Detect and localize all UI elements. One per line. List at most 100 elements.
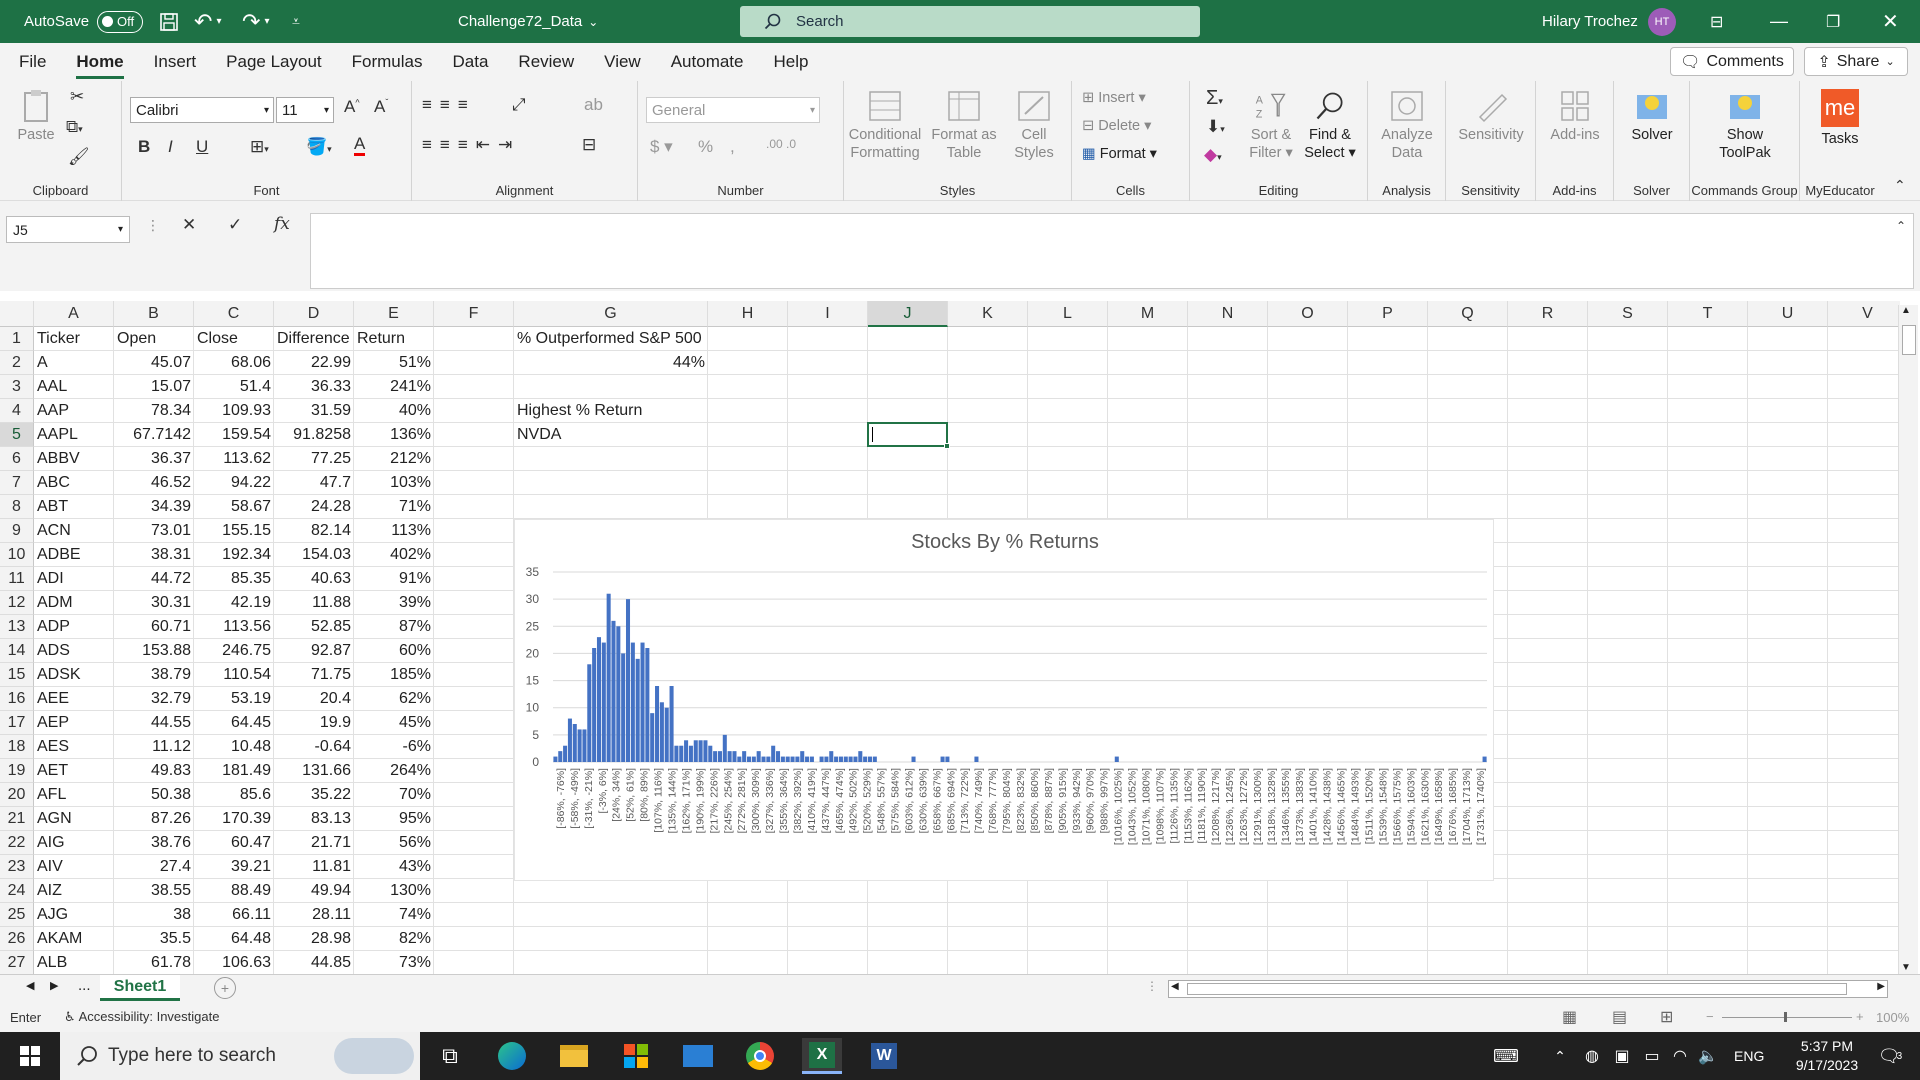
data-cell[interactable]: 113.56 [194,615,274,639]
data-cell[interactable]: 39.21 [194,855,274,879]
data-cell[interactable]: 113% [354,519,434,543]
data-cell[interactable]: 51.4 [194,375,274,399]
data-cell[interactable]: 87.26 [114,807,194,831]
column-header-r[interactable]: R [1508,301,1588,327]
column-header-j[interactable]: J [868,301,948,327]
merge-icon[interactable]: ⊟ [582,135,596,155]
row-header[interactable]: 7 [0,471,34,495]
row-header[interactable]: 21 [0,807,34,831]
currency-icon[interactable]: $ ▾ [650,137,673,157]
tab-data[interactable]: Data [438,43,504,81]
row-header[interactable]: 8 [0,495,34,519]
search-box[interactable]: Search [740,6,1200,37]
data-cell[interactable]: 38.76 [114,831,194,855]
column-header-e[interactable]: E [354,301,434,327]
row-header[interactable]: 3 [0,375,34,399]
add-sheet-icon[interactable]: + [214,977,236,999]
column-header-i[interactable]: I [788,301,868,327]
select-all-corner[interactable] [0,301,34,327]
column-header-p[interactable]: P [1348,301,1428,327]
clock[interactable]: 5:37 PM 9/17/2023 [1782,1037,1872,1075]
autosave[interactable]: AutoSave Off [24,0,144,43]
data-cell[interactable]: 27.4 [114,855,194,879]
column-header-c[interactable]: C [194,301,274,327]
data-cell[interactable]: A [34,351,114,375]
row-header[interactable]: 12 [0,591,34,615]
data-cell[interactable]: 78.34 [114,399,194,423]
conditional-formatting-button[interactable]: Conditional Formatting [844,89,926,162]
data-cell[interactable]: 62% [354,687,434,711]
data-cell[interactable]: 36.33 [274,375,354,399]
scroll-down-icon[interactable]: ▼ [1901,962,1911,973]
column-header-d[interactable]: D [274,301,354,327]
data-cell[interactable]: AIZ [34,879,114,903]
cut-icon[interactable]: ✂ [70,87,84,107]
scroll-up-icon[interactable]: ▲ [1901,305,1911,316]
outperformed-value[interactable]: 44% [514,351,708,375]
data-cell[interactable]: 136% [354,423,434,447]
data-cell[interactable]: 60.47 [194,831,274,855]
data-cell[interactable]: 153.88 [114,639,194,663]
normal-view-icon[interactable]: ▦ [1562,1007,1577,1027]
save-icon[interactable] [158,0,180,43]
number-format-select[interactable]: General ▾ [646,97,820,123]
data-cell[interactable]: 51% [354,351,434,375]
name-box[interactable]: J5 ▾ [6,216,130,243]
tab-split-handle[interactable]: ⋮ [1146,979,1158,993]
underline-button[interactable]: U [196,137,208,157]
fill-color-icon[interactable]: 🪣▾ [306,137,332,157]
data-cell[interactable]: 155.15 [194,519,274,543]
zoom-in-icon[interactable]: + [1856,1009,1864,1024]
minimize-icon[interactable]: — [1770,0,1788,43]
row-header[interactable]: 20 [0,783,34,807]
row-header[interactable]: 6 [0,447,34,471]
tab-help[interactable]: Help [758,43,823,81]
prev-sheet-icon[interactable]: ◀ [26,979,34,992]
data-cell[interactable]: 15.07 [114,375,194,399]
data-cell[interactable]: 11.88 [274,591,354,615]
row-header[interactable]: 11 [0,567,34,591]
row-header[interactable]: 27 [0,951,34,974]
percent-icon[interactable]: % [698,137,713,157]
copy-icon[interactable]: ⧉▾ [66,117,83,137]
data-cell[interactable]: 11.12 [114,735,194,759]
data-cell[interactable]: 83.13 [274,807,354,831]
font-color-icon[interactable]: A [354,135,366,156]
data-cell[interactable]: 45.07 [114,351,194,375]
data-cell[interactable]: AGN [34,807,114,831]
data-cell[interactable]: 92.87 [274,639,354,663]
cell-styles-button[interactable]: Cell Styles [1002,89,1066,162]
data-cell[interactable]: AAP [34,399,114,423]
data-cell[interactable]: ADBE [34,543,114,567]
comma-icon[interactable]: , [730,137,735,157]
row-header[interactable]: 1 [0,327,34,351]
data-cell[interactable]: 241% [354,375,434,399]
horizontal-scrollbar[interactable]: ◀ ▶ [1168,980,1888,998]
data-cell[interactable]: 10.48 [194,735,274,759]
selected-cell-j5[interactable] [867,422,950,449]
data-cell[interactable]: AAL [34,375,114,399]
sort-filter-button[interactable]: AZ Sort & Filter ▾ [1244,89,1298,162]
data-cell[interactable]: 82% [354,927,434,951]
row-header[interactable]: 4 [0,399,34,423]
data-cell[interactable]: 38.31 [114,543,194,567]
data-cell[interactable]: ABBV [34,447,114,471]
data-cell[interactable]: ACN [34,519,114,543]
data-cell[interactable]: ALB [34,951,114,974]
data-cell[interactable]: ADI [34,567,114,591]
zoom-out-icon[interactable]: − [1706,1009,1714,1024]
tab-insert[interactable]: Insert [139,43,212,81]
row-header[interactable]: 18 [0,735,34,759]
data-cell[interactable]: 64.45 [194,711,274,735]
column-header-g[interactable]: G [514,301,708,327]
row-header[interactable]: 13 [0,615,34,639]
show-toolpak-button[interactable]: Show ToolPak [1700,89,1790,162]
zoom-slider[interactable] [1722,1017,1852,1018]
row-header[interactable]: 16 [0,687,34,711]
data-cell[interactable]: 185% [354,663,434,687]
close-icon[interactable]: ✕ [1882,0,1899,43]
windows-start-icon[interactable] [10,1038,50,1074]
data-cell[interactable]: 56% [354,831,434,855]
tab-formulas[interactable]: Formulas [337,43,438,81]
data-cell[interactable]: 31.59 [274,399,354,423]
